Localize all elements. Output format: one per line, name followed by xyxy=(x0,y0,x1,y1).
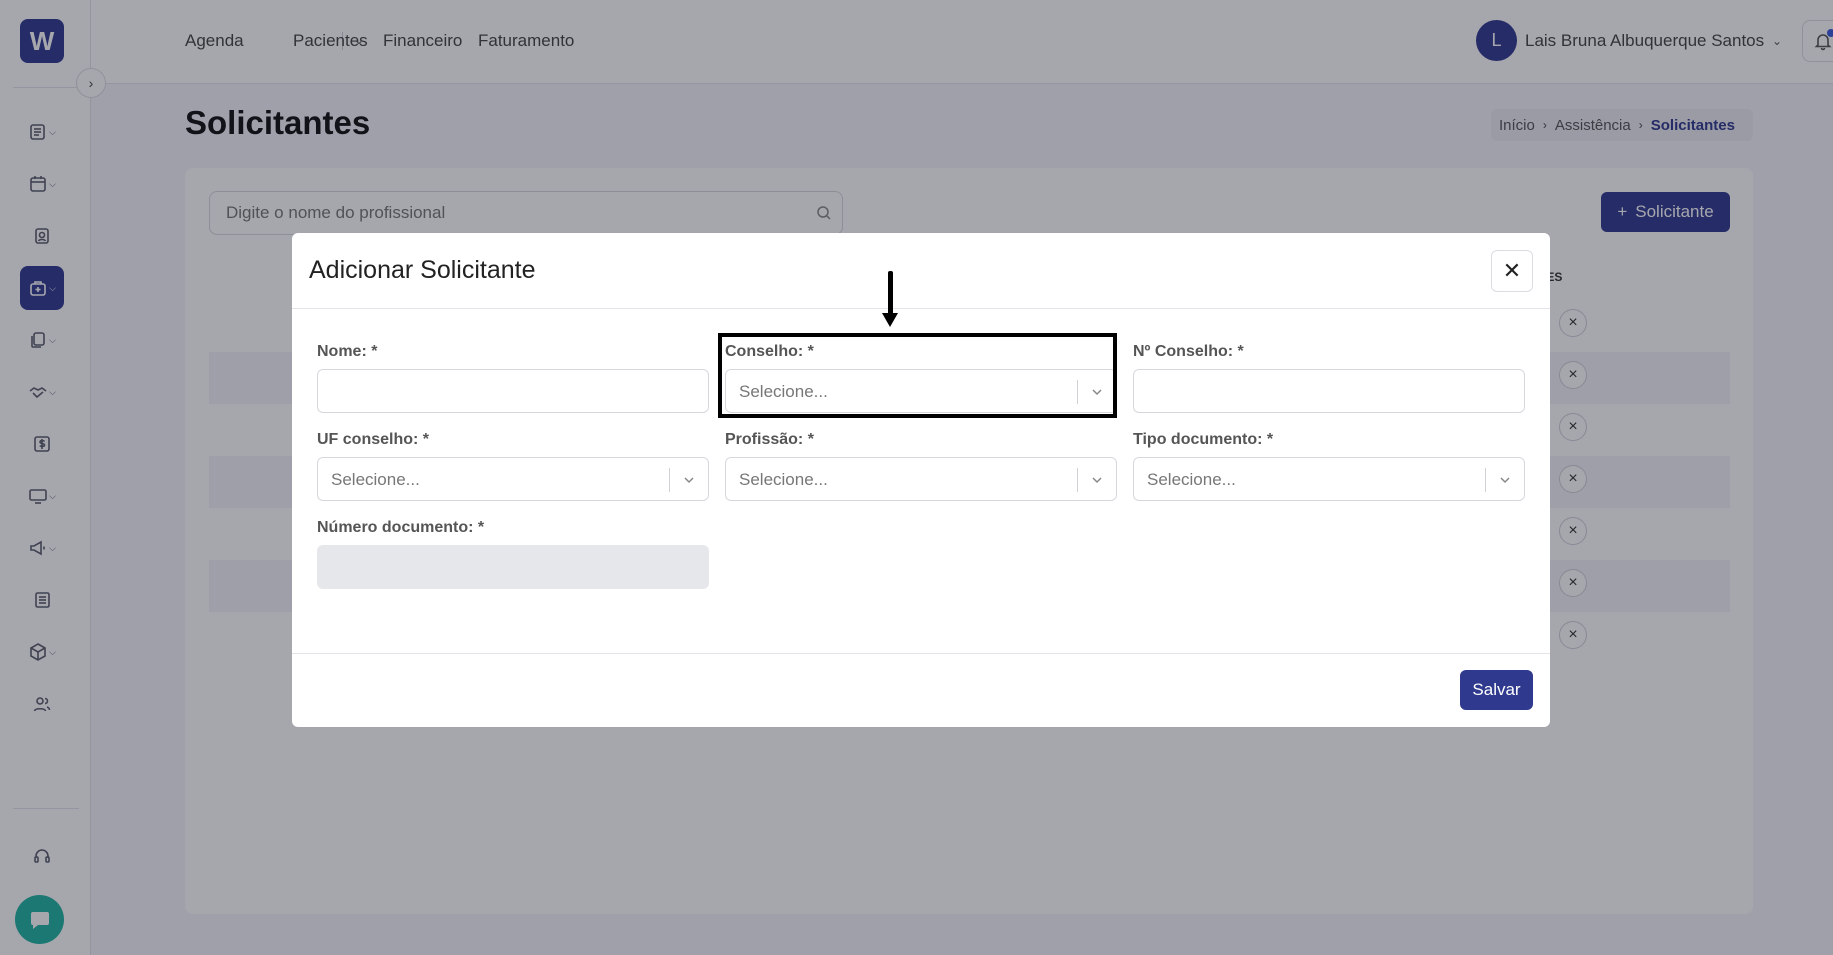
uf-conselho-select[interactable]: Selecione... xyxy=(317,457,709,501)
uf-conselho-placeholder: Selecione... xyxy=(331,470,420,489)
arrow-down-icon xyxy=(882,313,898,327)
close-icon: ✕ xyxy=(1502,258,1522,283)
save-button[interactable]: Salvar xyxy=(1460,670,1533,710)
select-divider xyxy=(669,468,670,492)
select-divider xyxy=(1485,468,1486,492)
modal-header: Adicionar Solicitante ✕ xyxy=(292,233,1550,309)
add-solicitante-modal: Adicionar Solicitante ✕ Nome: * Conselho… xyxy=(292,233,1550,727)
select-divider xyxy=(1077,468,1078,492)
chevron-down-icon xyxy=(1500,477,1510,484)
nome-field[interactable] xyxy=(317,369,709,413)
profissao-placeholder: Selecione... xyxy=(739,470,828,489)
close-modal-button[interactable]: ✕ xyxy=(1491,250,1533,292)
n-conselho-label: Nº Conselho: * xyxy=(1133,343,1244,360)
chevron-down-icon xyxy=(1092,477,1102,484)
tipo-documento-placeholder: Selecione... xyxy=(1147,470,1236,489)
profissao-label: Profissão: * xyxy=(725,431,814,448)
profissao-select[interactable]: Selecione... xyxy=(725,457,1117,501)
chevron-down-icon xyxy=(684,477,694,484)
highlight-annotation xyxy=(718,333,1117,418)
uf-conselho-label: UF conselho: * xyxy=(317,431,430,448)
modal-title: Adicionar Solicitante xyxy=(309,256,536,284)
modal-footer xyxy=(292,653,1550,727)
tipo-documento-select[interactable]: Selecione... xyxy=(1133,457,1525,501)
n-conselho-field[interactable] xyxy=(1133,369,1525,413)
nome-label: Nome: * xyxy=(317,343,378,360)
numero-documento-field[interactable] xyxy=(317,545,709,589)
numero-documento-label: Número documento: * xyxy=(317,519,485,536)
arrow-annotation-shaft xyxy=(888,271,893,317)
tipo-documento-label: Tipo documento: * xyxy=(1133,431,1274,448)
